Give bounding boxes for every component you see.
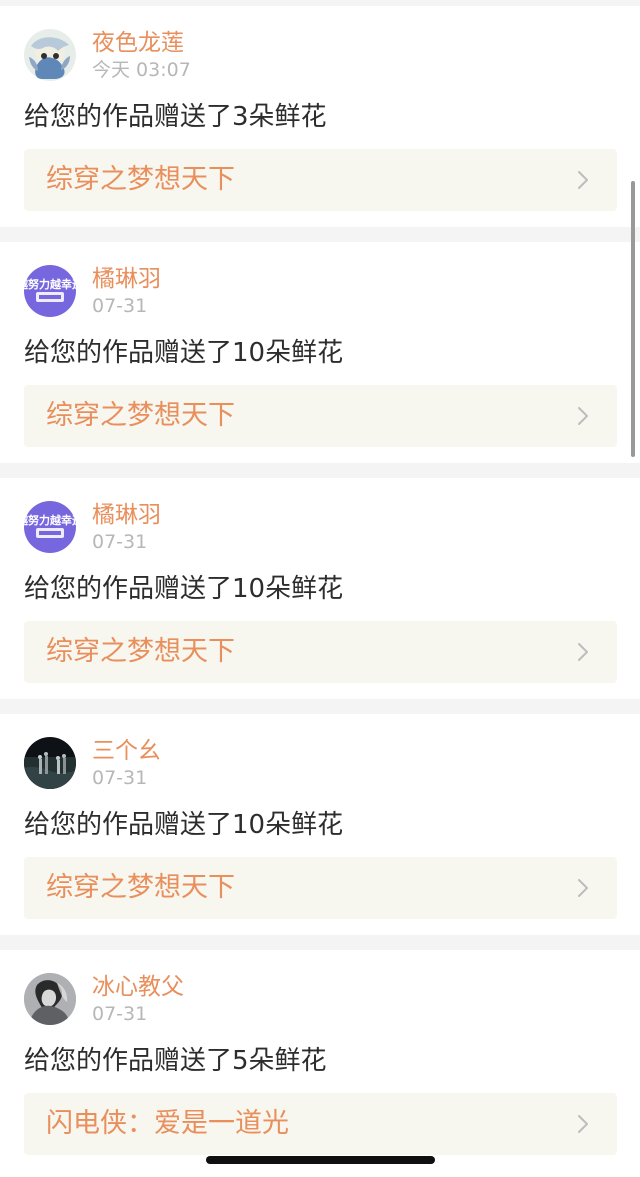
gift-message: 给您的作品赠送了10朵鲜花: [24, 338, 344, 368]
work-link[interactable]: 闪电侠：爱是一道光: [24, 1093, 617, 1155]
work-title: 综穿之梦想天下: [46, 636, 235, 667]
chevron-right-icon: [571, 640, 595, 664]
svg-text:越努力越幸运: 越努力越幸运: [24, 513, 76, 527]
notification-card: 夜色龙莲 今天 03:07 给您的作品赠送了3朵鲜花 综穿之梦想天下: [0, 6, 640, 227]
work-title: 综穿之梦想天下: [46, 400, 235, 431]
work-title: 综穿之梦想天下: [46, 164, 235, 195]
username[interactable]: 三个幺: [92, 737, 161, 765]
gift-message: 给您的作品赠送了5朵鲜花: [24, 1046, 327, 1076]
work-title: 闪电侠：爱是一道光: [46, 1108, 289, 1139]
username[interactable]: 冰心教父: [92, 973, 184, 1001]
username[interactable]: 夜色龙莲: [92, 29, 184, 57]
user-avatar[interactable]: [24, 973, 76, 1025]
work-link[interactable]: 综穿之梦想天下: [24, 621, 617, 683]
dark-scene-avatar-icon: [24, 737, 76, 789]
home-indicator[interactable]: [206, 1156, 435, 1164]
notification-card: 三个幺 07-31 给您的作品赠送了10朵鲜花 综穿之梦想天下: [0, 714, 640, 935]
notification-card: 越努力越幸运 橘琳羽 07-31 给您的作品赠送了10朵鲜花 综穿之梦想天下: [0, 242, 640, 463]
chevron-right-icon: [571, 404, 595, 428]
purple-logo-avatar-icon: 越努力越幸运: [24, 501, 76, 553]
purple-logo-avatar-icon: 越努力越幸运: [24, 265, 76, 317]
gift-message: 给您的作品赠送了10朵鲜花: [24, 574, 344, 604]
gift-message: 给您的作品赠送了3朵鲜花: [24, 102, 327, 132]
user-avatar[interactable]: [24, 737, 76, 789]
chevron-right-icon: [571, 876, 595, 900]
timestamp: 今天 03:07: [92, 59, 191, 81]
anime-character-avatar-icon: [24, 29, 76, 81]
svg-text:越努力越幸运: 越努力越幸运: [24, 277, 76, 291]
user-avatar[interactable]: 越努力越幸运: [24, 265, 76, 317]
timestamp: 07-31: [92, 767, 148, 789]
timestamp: 07-31: [92, 531, 148, 553]
work-link[interactable]: 综穿之梦想天下: [24, 857, 617, 919]
chevron-right-icon: [571, 1112, 595, 1136]
timestamp: 07-31: [92, 295, 148, 317]
notification-card: 越努力越幸运 橘琳羽 07-31 给您的作品赠送了10朵鲜花 综穿之梦想天下: [0, 478, 640, 699]
gift-message: 给您的作品赠送了10朵鲜花: [24, 810, 344, 840]
scrollbar-thumb[interactable]: [631, 181, 635, 457]
username[interactable]: 橘琳羽: [92, 501, 161, 529]
user-avatar[interactable]: 越努力越幸运: [24, 501, 76, 553]
work-title: 综穿之梦想天下: [46, 872, 235, 903]
timestamp: 07-31: [92, 1003, 148, 1025]
username[interactable]: 橘琳羽: [92, 265, 161, 293]
grey-portrait-avatar-icon: [24, 973, 76, 1025]
gift-notification-feed: 夜色龙莲 今天 03:07 给您的作品赠送了3朵鲜花 综穿之梦想天下 越努力越幸…: [0, 0, 640, 1177]
chevron-right-icon: [571, 168, 595, 192]
user-avatar[interactable]: [24, 29, 76, 81]
notification-card: 冰心教父 07-31 给您的作品赠送了5朵鲜花 闪电侠：爱是一道光: [0, 950, 640, 1177]
work-link[interactable]: 综穿之梦想天下: [24, 149, 617, 211]
work-link[interactable]: 综穿之梦想天下: [24, 385, 617, 447]
